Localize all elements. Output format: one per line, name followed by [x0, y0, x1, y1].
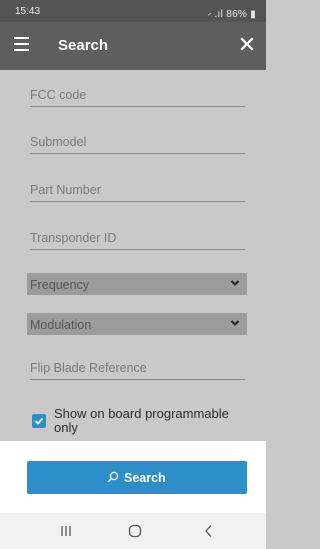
flip-blade-reference-placeholder: Flip Blade Reference: [30, 361, 147, 375]
search-button-label: Search: [124, 471, 166, 485]
search-form: FCC code Submodel Part Number Transponde…: [0, 70, 266, 441]
frequency-select-value: Frequency: [30, 278, 90, 292]
submodel-field[interactable]: Submodel: [30, 131, 245, 154]
status-time: 15:43: [15, 6, 41, 17]
checkmark-icon: [34, 417, 44, 425]
status-indicators: ⹝ .ıl 86% ▮: [207, 9, 256, 20]
modulation-select[interactable]: Modulation: [27, 313, 247, 335]
search-icon: [107, 471, 119, 483]
fcc-code-field[interactable]: FCC code: [30, 84, 245, 107]
on-board-programmable-row: Show on board programmable only: [32, 406, 252, 436]
fcc-code-placeholder: FCC code: [30, 88, 87, 102]
home-icon[interactable]: [125, 522, 145, 540]
recents-icon[interactable]: [56, 522, 76, 540]
page-title: Search: [58, 37, 109, 54]
part-number-placeholder: Part Number: [30, 183, 101, 197]
on-board-programmable-label: Show on board programmable only: [54, 406, 229, 435]
search-button[interactable]: Search: [27, 461, 247, 494]
on-board-programmable-checkbox[interactable]: [32, 414, 46, 428]
submodel-placeholder: Submodel: [30, 135, 87, 149]
chevron-down-icon: [230, 280, 240, 286]
bottom-panel: Search: [0, 441, 266, 513]
transponder-id-field[interactable]: Transponder ID: [30, 227, 245, 250]
close-icon[interactable]: ✕: [236, 32, 258, 58]
modulation-select-value: Modulation: [30, 318, 92, 332]
system-nav-bar: [0, 513, 266, 549]
transponder-id-placeholder: Transponder ID: [30, 231, 117, 245]
status-bar: 15:43 ⹝ .ıl 86% ▮: [0, 0, 266, 22]
flip-blade-reference-field[interactable]: Flip Blade Reference: [30, 357, 245, 380]
hamburger-menu-icon[interactable]: [14, 37, 32, 53]
chevron-down-icon: [230, 320, 240, 326]
app-bar: Search ✕: [0, 22, 266, 70]
back-icon[interactable]: [199, 522, 219, 540]
part-number-field[interactable]: Part Number: [30, 179, 245, 202]
frequency-select[interactable]: Frequency: [27, 273, 247, 295]
